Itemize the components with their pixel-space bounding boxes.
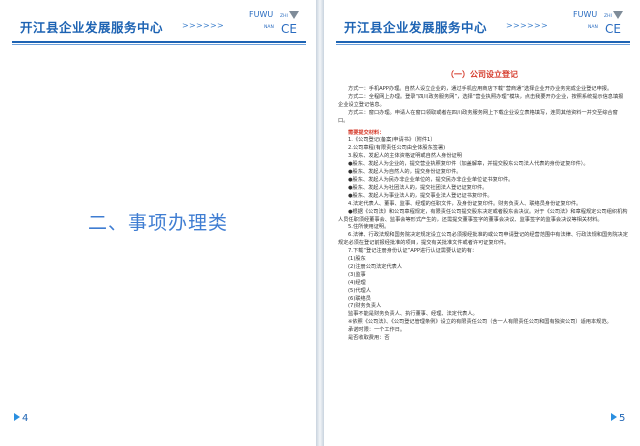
method-paragraph: 方式一：手机APP办理。自然人设立企业的，通过手机应用商店下载“营商通”选择企业… bbox=[348, 86, 613, 92]
material-item: 4.法定代表人、董事、监事、经理的任职文件，及身份证复印件。财务负责人、联络员身… bbox=[348, 200, 582, 207]
logo-zhi: ZHI bbox=[280, 14, 288, 19]
logo-fuwu: FUWU bbox=[573, 10, 598, 19]
right-page: 开江县企业发展服务中心 >>>>>> FUWU ZHI NAN CE （一）公司… bbox=[324, 0, 640, 446]
header-arrows: >>>>>> bbox=[182, 21, 225, 30]
header-rule bbox=[336, 41, 630, 43]
method-paragraph: 方式三：窗口办理。申请人在窗口领取或者在四川政务服务网上下载企业设立表格填写，连… bbox=[338, 109, 618, 124]
material-item: ●股东、发起人为民办非企业单位的，提交民办非企业单位证书复印件。 bbox=[348, 176, 514, 183]
left-page: 开江县企业发展服务中心 >>>>>> FUWU ZHI NAN CE 二、事项办… bbox=[0, 0, 316, 446]
material-item: ●股东、发起人为事业法人的，提交事业法人登记证书复印件。 bbox=[348, 192, 493, 199]
header-rule-thin bbox=[336, 44, 630, 45]
material-item: ●股东、发起人为社团法人的，提交社团法人登记证复印件。 bbox=[348, 184, 488, 191]
page-number-left: 4 bbox=[14, 413, 28, 424]
material-item: 承诺时限：一个工作日。 bbox=[348, 327, 406, 334]
fuwuzhinance-logo: FUWU ZHI NAN CE bbox=[249, 10, 309, 42]
page-arrow-icon bbox=[611, 413, 617, 421]
material-item: ●根据《公司法》和公司章程规定，有限责任公司提交股东决定或者股东会决议。对于《公… bbox=[338, 208, 628, 223]
header-rule bbox=[12, 41, 306, 43]
logo-nan: NAN bbox=[588, 25, 598, 30]
material-item: 6.法律、行政法规和国务院决定规定设立公司必须报经批准的或公司申请登记的经营范围… bbox=[338, 232, 628, 247]
method-paragraph: 方式二：全程网上办理。登录“四川政务服务网”，选择“营业执照办理”模块，点击我要… bbox=[338, 93, 624, 108]
page-number-right: 5 bbox=[611, 413, 625, 424]
material-item: (4)经理 bbox=[348, 279, 366, 286]
logo-triangle-icon bbox=[289, 11, 299, 19]
header-rule-thin bbox=[12, 44, 306, 45]
logo-zhi: ZHI bbox=[604, 14, 612, 19]
material-item: 3.股东、发起人的主体资格证明或自然人身份证明 bbox=[348, 153, 462, 160]
logo-ce: CE bbox=[281, 22, 297, 36]
material-item: (5)代理人 bbox=[348, 287, 371, 294]
header-arrows: >>>>>> bbox=[506, 21, 549, 30]
logo-fuwu: FUWU bbox=[249, 10, 274, 19]
material-item: ●股东、发起人为企业的，提交营业执照复印件（加盖解章，并提交股东公司法人代表的身… bbox=[348, 161, 589, 168]
material-item: ●股东、发起人为自然人的，提交身份证复印件。 bbox=[348, 169, 462, 176]
material-item: (3)监事 bbox=[348, 271, 366, 278]
section-title: （一）公司设立登记 bbox=[446, 70, 518, 79]
header-title: 开江县企业发展服务中心 bbox=[20, 20, 164, 35]
logo-ce: CE bbox=[605, 22, 621, 36]
fuwuzhinance-logo: FUWU ZHI NAN CE bbox=[573, 10, 633, 42]
page-number-value: 5 bbox=[619, 413, 626, 424]
chapter-title: 二、事项办理类 bbox=[87, 212, 228, 234]
body-text: 方式一：手机APP办理。自然人设立企业的，通过手机应用商店下载“营商通”选择企业… bbox=[338, 86, 628, 343]
logo-nan: NAN bbox=[264, 25, 274, 30]
material-item: (1)股东 bbox=[348, 256, 366, 263]
material-item: ※依照《公司法》、《公司登记管理条例》设立的有限责任公司（含一人有限责任公司和国… bbox=[348, 319, 612, 326]
page-number-value: 4 bbox=[22, 413, 29, 424]
header-title: 开江县企业发展服务中心 bbox=[344, 20, 488, 35]
material-item: 是否收取费用：否 bbox=[348, 335, 390, 342]
material-item: 7.下载“登记注册身份认证”APP进行认证需要认证的有： bbox=[348, 248, 478, 255]
page-arrow-icon bbox=[14, 413, 20, 421]
book-gutter bbox=[316, 0, 324, 446]
material-item: (6)联络员 bbox=[348, 295, 371, 302]
material-item: (2)注册公司法定代表人 bbox=[348, 263, 403, 270]
logo-triangle-icon bbox=[613, 11, 623, 19]
